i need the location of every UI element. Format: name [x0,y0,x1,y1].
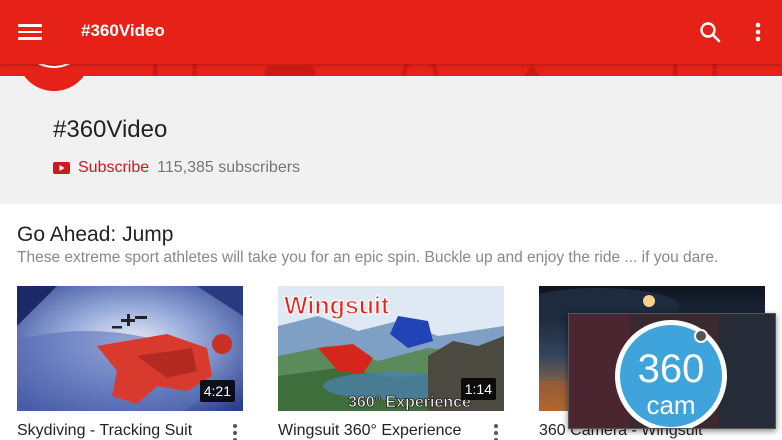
thumbnail-title-text: Wingsuit [284,292,390,320]
youtube-app: #360Video #360Video Subscribe 115,385 su… [0,0,782,440]
subscribe-button[interactable]: Subscribe [78,159,149,177]
video-duration: 1:14 [460,378,496,400]
youtube-logo-icon [53,162,70,174]
video-title[interactable]: Skydiving - Tracking Suit [17,422,192,440]
video-duration: 4:21 [199,380,235,402]
video-thumbnail[interactable]: Wingsuit 360° Experience 1:14 [278,286,504,411]
section-description: These extreme sport athletes will take y… [17,249,719,266]
channel-name: #360Video [53,116,168,143]
more-vert-icon[interactable] [230,424,240,440]
video-title[interactable]: Wingsuit 360° Experience [278,422,461,440]
subscriber-count: 115,385 subscribers [157,159,301,176]
more-vert-icon[interactable] [750,20,766,44]
search-icon[interactable] [698,20,722,44]
channel-banner [0,64,782,76]
section-title: Go Ahead: Jump [17,223,174,246]
logo-text-top: 360 [638,347,705,391]
video-thumbnail[interactable]: 4:21 [17,286,243,411]
top-app-bar: #360Video [0,0,782,64]
appbar-title: #360Video [81,21,165,40]
video-card[interactable]: 4:21 Skydiving - Tracking Suit [17,286,243,440]
logo-text-bottom: cam [646,390,695,420]
video-card[interactable]: Wingsuit 360° Experience 1:14 Wingsuit 3… [278,286,504,440]
menu-icon[interactable] [18,22,42,42]
360cam-logo: 360 cam [615,320,727,428]
thumbnail-caption-text: 360° Experience [348,394,471,411]
more-vert-icon[interactable] [491,424,501,440]
subscribe-row: Subscribe 115,385 subscribers [53,157,300,179]
mini-player-overlay[interactable]: 360 cam [568,313,776,429]
